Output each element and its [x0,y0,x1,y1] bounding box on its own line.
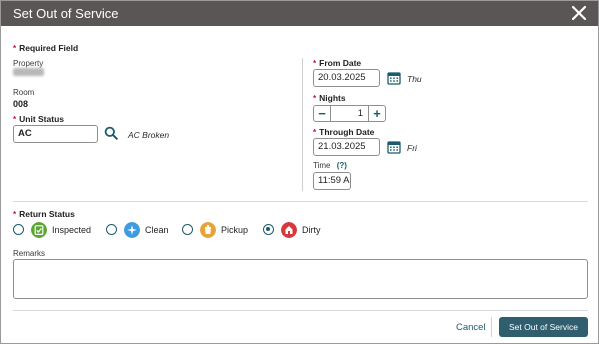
nights-stepper: − 1 + [313,105,386,122]
clean-icon [124,222,140,238]
required-field-note: * Required Field [13,43,78,53]
section-divider [13,201,588,202]
unit-status-description: AC Broken [128,130,170,140]
return-status-label: * Return Status [13,209,75,219]
return-status-label-text: Return Status [19,209,75,219]
footer-divider [13,310,588,311]
footer-button-separator [491,317,492,337]
required-asterisk: * [313,59,317,68]
property-label: Property [13,59,44,68]
set-out-of-service-button[interactable]: Set Out of Service [499,317,588,337]
dialog-titlebar: Set Out of Service [1,1,598,26]
time-help-icon[interactable]: (?) [337,161,347,170]
from-date-weekday: Thu [407,74,422,84]
unit-status-input[interactable]: AC [13,125,98,143]
nights-value[interactable]: 1 [332,108,367,119]
unit-status-label: * Unit Status [13,114,64,124]
required-asterisk: * [313,94,317,103]
cancel-button[interactable]: Cancel [456,322,486,333]
through-date-label-text: Through Date [319,127,375,137]
inspected-icon [31,222,47,238]
time-label: Time (?) [313,161,347,170]
radio-dirty[interactable] [263,224,274,235]
time-label-text: Time [313,161,331,170]
required-asterisk: * [13,115,17,124]
nights-label-text: Nights [319,93,346,103]
calendar-icon[interactable] [387,140,401,154]
remarks-textarea[interactable] [13,259,588,299]
nights-increment-button[interactable]: + [368,106,385,121]
from-date-input[interactable]: 20.03.2025 [313,69,380,87]
radio-inspected[interactable] [13,224,24,235]
radio-clean[interactable] [106,224,117,235]
through-date-label: * Through Date [313,127,374,137]
required-asterisk: * [13,210,17,219]
required-asterisk: * [13,44,17,53]
unit-status-label-text: Unit Status [19,114,64,124]
dirty-icon [281,222,297,238]
nights-label: * Nights [313,93,346,103]
required-asterisk: * [313,128,317,137]
search-icon[interactable] [104,126,118,140]
set-out-of-service-dialog: Set Out of Service * Required Field Prope… [0,0,599,344]
status-label-pickup: Pickup [221,225,249,235]
status-label-dirty: Dirty [302,225,321,235]
remarks-label: Remarks [13,249,46,258]
through-date-weekday: Fri [407,143,417,153]
time-input[interactable]: 11:59 A [313,172,351,190]
from-date-label-text: From Date [319,58,362,68]
status-label-inspected: Inspected [52,225,92,235]
room-value: 008 [13,99,29,109]
calendar-icon[interactable] [387,71,401,85]
from-date-label: * From Date [313,58,361,68]
column-divider [302,58,303,191]
close-icon[interactable] [570,3,588,23]
room-label: Room [13,88,35,97]
through-date-input[interactable]: 21.03.2025 [313,138,380,156]
pickup-icon [200,222,216,238]
radio-pickup[interactable] [182,224,193,235]
status-label-clean: Clean [145,225,169,235]
required-field-text: Required Field [19,43,79,53]
nights-decrement-button[interactable]: − [314,106,331,121]
dialog-title: Set Out of Service [13,6,119,21]
property-value-obscured [13,68,44,76]
